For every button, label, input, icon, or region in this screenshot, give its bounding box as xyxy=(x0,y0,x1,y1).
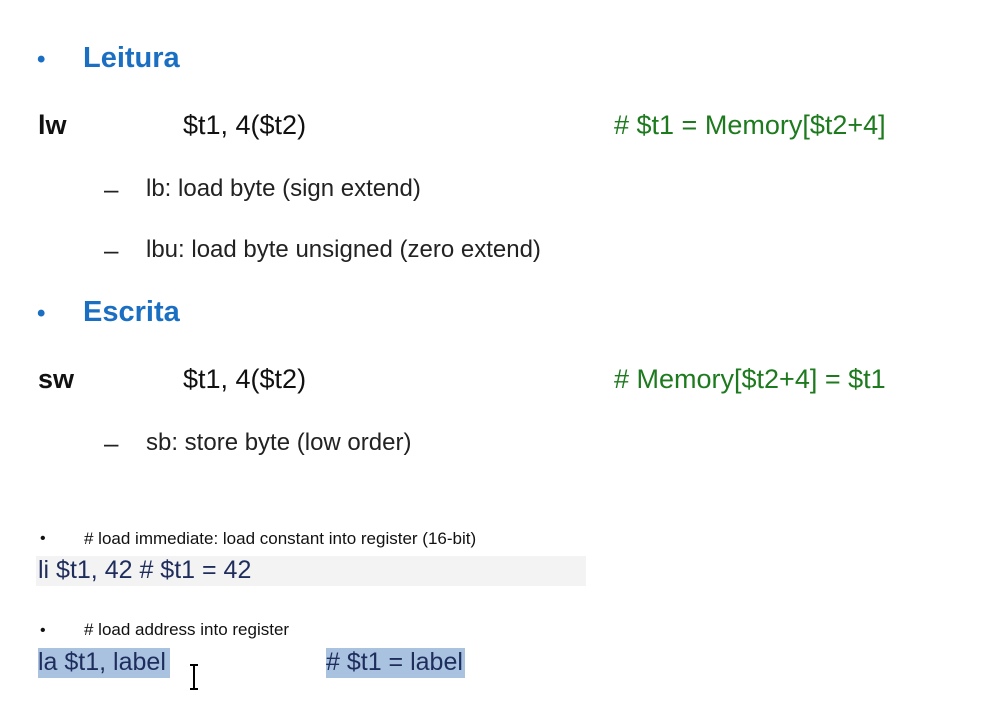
slide: • Leitura lw $t1, 4($t2) # $t1 = Memory[… xyxy=(0,0,994,706)
lbu-description: lbu: load byte unsigned (zero extend) xyxy=(146,236,541,263)
la-bullet: • xyxy=(40,622,46,639)
sw-mnemonic: sw xyxy=(38,364,75,394)
lw-operands: $t1, 4($t2) xyxy=(183,110,307,140)
la-comment-selected[interactable]: # $t1 = label xyxy=(326,648,465,678)
la-note: # load address into register xyxy=(84,620,290,639)
sb-description: sb: store byte (low order) xyxy=(146,429,412,456)
la-code-selected[interactable]: la $t1, label xyxy=(38,648,170,678)
escrita-bullet: • xyxy=(37,300,46,327)
lw-mnemonic: lw xyxy=(38,110,67,140)
lb-description: lb: load byte (sign extend) xyxy=(146,175,421,202)
lbu-dash: – xyxy=(104,235,119,265)
sw-operands: $t1, 4($t2) xyxy=(183,364,307,394)
leitura-bullet: • xyxy=(37,46,46,73)
text-cursor-icon xyxy=(190,664,198,690)
lw-comment: # $t1 = Memory[$t2+4] xyxy=(614,110,886,140)
sw-comment: # Memory[$t2+4] = $t1 xyxy=(614,364,886,394)
lb-dash: – xyxy=(104,174,119,204)
li-bullet: • xyxy=(40,530,46,547)
li-note: # load immediate: load constant into reg… xyxy=(84,529,477,548)
leitura-heading: Leitura xyxy=(83,42,180,74)
li-code-line[interactable]: li $t1, 42 # $t1 = 42 xyxy=(36,556,586,586)
escrita-heading: Escrita xyxy=(83,296,180,328)
sb-dash: – xyxy=(104,428,119,458)
